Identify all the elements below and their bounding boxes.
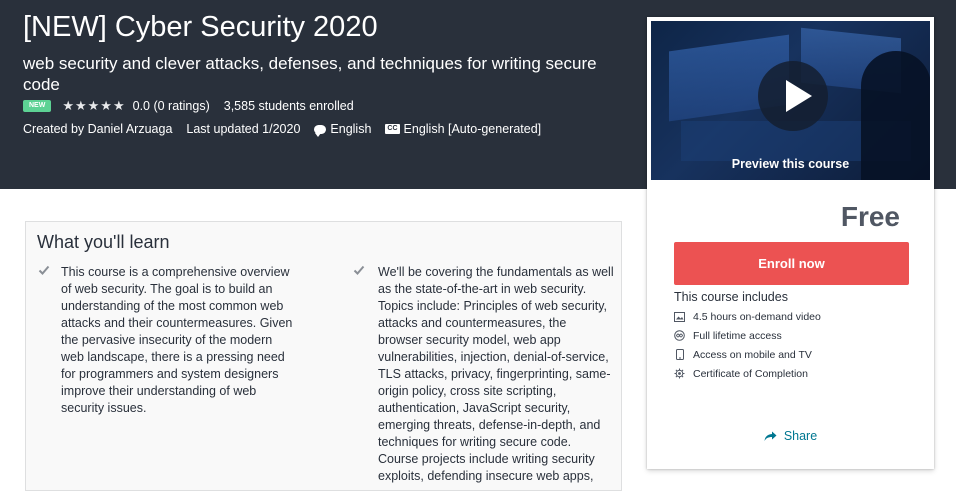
checkmark-icon <box>353 265 365 275</box>
includes-item: Certificate of Completion <box>674 364 821 383</box>
share-arrow-icon <box>764 431 777 441</box>
price: Free <box>840 201 900 232</box>
includes-label: Access on mobile and TV <box>693 348 812 361</box>
purchase-card: Preview this course Free Enroll now This… <box>647 17 934 469</box>
rating-text[interactable]: 0.0 (0 ratings) <box>133 99 210 113</box>
star-rating-icon: ★★★★★ <box>62 98 126 113</box>
includes-item: 4.5 hours on-demand video <box>674 307 821 326</box>
play-triangle-icon <box>786 80 812 112</box>
new-badge: NEW <box>23 100 52 112</box>
includes-label: 4.5 hours on-demand video <box>693 310 821 323</box>
course-title: [NEW] Cyber Security 2020 <box>23 11 378 43</box>
what-you-learn-title: What you'll learn <box>37 232 170 252</box>
includes-item: Full lifetime access <box>674 326 821 345</box>
captions-label: English [Auto-generated] <box>403 122 542 136</box>
rating-row: NEW ★★★★★ 0.0 (0 ratings) 3,585 students… <box>23 98 354 113</box>
course-preview[interactable]: Preview this course <box>651 21 930 180</box>
captions: CC English [Auto-generated] <box>385 122 541 136</box>
speech-bubble-icon <box>314 124 327 137</box>
infinity-icon <box>674 330 685 341</box>
certificate-icon <box>674 368 685 379</box>
what-you-learn-box: What you'll learn This course is a compr… <box>25 221 622 491</box>
language: English <box>314 122 372 137</box>
includes-list: 4.5 hours on-demand video Full lifetime … <box>674 307 821 383</box>
closed-captions-icon: CC <box>385 124 400 134</box>
students-enrolled: 3,585 students enrolled <box>223 99 354 113</box>
play-icon[interactable] <box>758 61 828 131</box>
enroll-button[interactable]: Enroll now <box>674 242 909 285</box>
preview-label: Preview this course <box>731 157 850 171</box>
created-by[interactable]: Created by Daniel Arzuaga <box>23 122 172 136</box>
mobile-icon <box>674 349 685 360</box>
language-label: English <box>330 122 372 136</box>
share-label: Share <box>783 429 818 443</box>
includes-title: This course includes <box>674 290 788 304</box>
meta-row: Created by Daniel Arzuaga Last updated 1… <box>23 121 555 137</box>
includes-label: Certificate of Completion <box>693 367 808 380</box>
last-updated: Last updated 1/2020 <box>186 122 301 136</box>
includes-label: Full lifetime access <box>693 329 782 342</box>
learn-item: We'll be covering the fundamentals as we… <box>378 265 614 483</box>
checkmark-icon <box>38 265 50 275</box>
learn-item: This course is a comprehensive overview … <box>61 265 293 415</box>
course-subtitle: web security and clever attacks, defense… <box>23 54 597 94</box>
share-button[interactable]: Share <box>647 429 934 443</box>
video-icon <box>674 311 685 322</box>
includes-item: Access on mobile and TV <box>674 345 821 364</box>
